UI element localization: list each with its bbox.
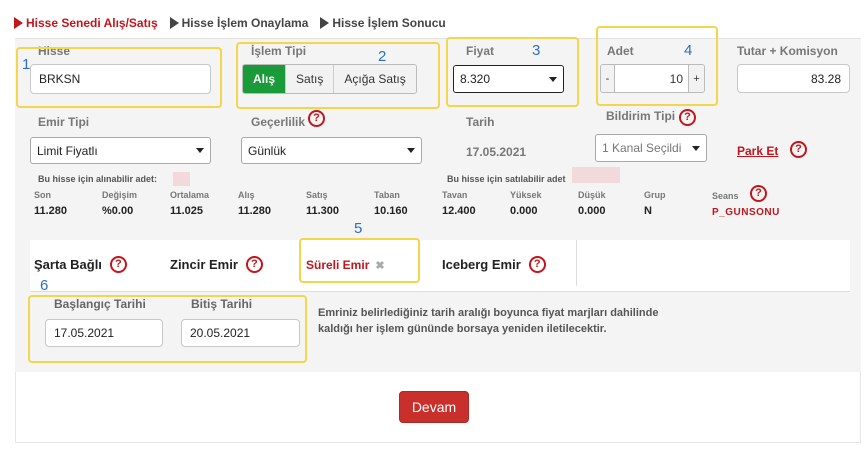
satilabilir-adet-redacted bbox=[572, 167, 620, 183]
alinabilir-adet-text: Bu hisse için alınabilir adet: bbox=[38, 174, 158, 184]
tab-zincir-emir[interactable]: Zincir Emir? bbox=[170, 256, 263, 273]
annotation-number-4: 4 bbox=[684, 42, 693, 59]
satilabilir-adet-text: Bu hisse için satılabilir adet bbox=[447, 174, 566, 184]
stat-alis: Alış 11.280 bbox=[238, 190, 272, 217]
stat-yuksek: Yüksek 0.000 bbox=[510, 190, 542, 217]
play-arrow-icon bbox=[320, 17, 330, 29]
annotation-box-3 bbox=[446, 37, 579, 107]
annotation-number-2: 2 bbox=[378, 48, 387, 65]
park-et-link[interactable]: Park Et bbox=[737, 144, 778, 158]
devam-button[interactable]: Devam bbox=[399, 391, 469, 423]
sarta-help-icon[interactable]: ? bbox=[109, 256, 127, 273]
wizard-steps: Hisse Senedi Alış/Satış Hisse İşlem Onay… bbox=[14, 16, 458, 30]
play-arrow-icon bbox=[14, 17, 23, 29]
annotation-number-3: 3 bbox=[532, 42, 541, 59]
stat-dusuk: Düşük 0.000 bbox=[578, 190, 606, 217]
tutar-label: Tutar + Komisyon bbox=[737, 44, 838, 58]
tab-divider bbox=[576, 240, 577, 286]
emir-tipi-label: Emir Tipi bbox=[38, 115, 90, 129]
seans-help-icon[interactable]: ? bbox=[750, 185, 767, 202]
zincir-help-icon[interactable]: ? bbox=[245, 256, 263, 273]
tarih-label: Tarih bbox=[466, 115, 495, 129]
annotation-box-6 bbox=[28, 295, 307, 363]
step-sonuc[interactable]: Hisse İşlem Sonucu bbox=[320, 16, 446, 30]
bildirim-help-icon[interactable]: ? bbox=[679, 109, 696, 126]
stat-son: Son 11.280 bbox=[34, 190, 68, 217]
tutar-input: 83.28 bbox=[737, 64, 850, 93]
chevron-down-icon bbox=[407, 148, 415, 153]
emir-tipi-select[interactable]: Limit Fiyatlı bbox=[30, 137, 211, 164]
gecerlilik-help-icon[interactable]: ? bbox=[308, 110, 325, 127]
annotation-box-1 bbox=[16, 47, 222, 108]
park-et-help-icon[interactable]: ? bbox=[790, 141, 807, 158]
tab-iceberg-emir[interactable]: Iceberg Emir? bbox=[442, 256, 546, 273]
sureli-emir-note: Emriniz belirlediğiniz tarih aralığı boy… bbox=[318, 307, 659, 335]
stats-row: Son 11.280 Değişim %0.00 Ortalama 11.025 Al… bbox=[34, 190, 694, 220]
stat-grup: Grup N bbox=[644, 190, 666, 217]
bildirim-tipi-select[interactable]: 1 Kanal Seçildi bbox=[595, 134, 707, 162]
chevron-down-icon bbox=[196, 148, 204, 153]
iceberg-help-icon[interactable]: ? bbox=[528, 256, 546, 273]
stat-ortalama: Ortalama 11.025 bbox=[170, 190, 210, 217]
stat-satis: Satış 11.300 bbox=[306, 190, 340, 217]
annotation-number-1: 1 bbox=[22, 56, 31, 73]
annotation-box-4 bbox=[596, 26, 718, 106]
seans-value: P_GUNSONU bbox=[712, 207, 780, 218]
step-onaylama[interactable]: Hisse İşlem Onaylama bbox=[169, 16, 308, 30]
emir-tabs-bar bbox=[30, 240, 850, 292]
annotation-number-5: 5 bbox=[354, 220, 363, 237]
seans-label: Seans bbox=[712, 191, 739, 201]
stat-taban: Taban 10.160 bbox=[374, 190, 408, 217]
annotation-number-6: 6 bbox=[40, 277, 49, 294]
stat-degisim: Değişim %0.00 bbox=[102, 190, 138, 217]
gecerlilik-label: Geçerlilik bbox=[251, 115, 306, 129]
tarih-value: 17.05.2021 bbox=[466, 145, 527, 159]
chevron-down-icon bbox=[692, 145, 700, 151]
step-alis-satis[interactable]: Hisse Senedi Alış/Satış bbox=[14, 16, 158, 30]
gecerlilik-select[interactable]: Günlük bbox=[241, 137, 422, 164]
annotation-box-2 bbox=[236, 42, 440, 109]
bildirim-tipi-label: Bildirim Tipi bbox=[606, 109, 676, 123]
alinabilir-adet-redacted bbox=[173, 172, 190, 186]
tab-sarta-bagli[interactable]: Şarta Bağlı? bbox=[34, 256, 127, 273]
play-arrow-icon bbox=[169, 17, 179, 29]
stat-tavan: Tavan 12.400 bbox=[442, 190, 476, 217]
annotation-box-5 bbox=[299, 238, 420, 283]
